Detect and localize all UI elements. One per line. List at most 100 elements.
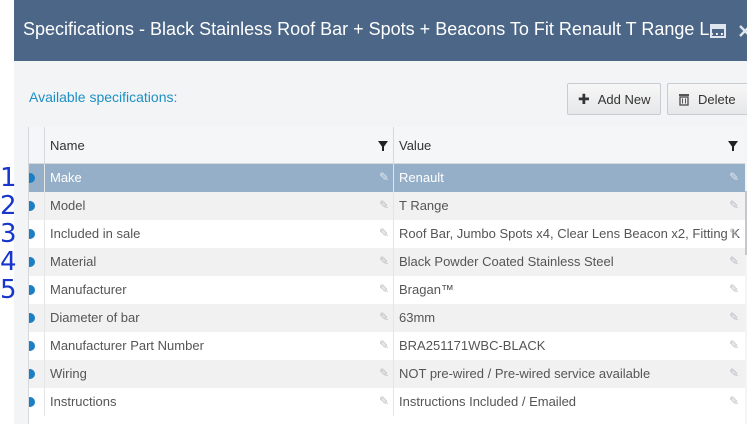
edit-icon[interactable]: ✎: [729, 199, 741, 211]
spec-name-cell[interactable]: Wiring ✎: [44, 360, 393, 388]
spec-value: Instructions Included / Emailed: [399, 394, 577, 409]
spec-value-cell[interactable]: Instructions Included / Emailed ✎: [393, 388, 745, 416]
edit-icon[interactable]: ✎: [729, 311, 741, 323]
maximize-icon[interactable]: [709, 22, 727, 40]
spec-name: Manufacturer Part Number: [50, 338, 204, 353]
spec-value: Black Powder Coated Stainless Steel: [399, 254, 614, 269]
spec-value-cell[interactable]: NOT pre-wired / Pre-wired service availa…: [393, 360, 745, 388]
edit-icon[interactable]: ✎: [379, 171, 391, 183]
delete-label: Delete: [698, 91, 736, 107]
column-header-value[interactable]: Value: [393, 127, 745, 163]
row-indicator: [29, 304, 43, 332]
table-row[interactable]: Manufacturer ✎ Bragan™ ✎: [29, 276, 745, 304]
handwritten-number: 4: [0, 247, 17, 277]
spec-name: Included in sale: [50, 226, 141, 241]
spec-value: BRA251171WBC-BLACK: [399, 338, 546, 353]
specifications-table: Name Value Make ✎ Renault ✎ Model ✎ T Range ✎ In…: [28, 127, 745, 424]
spec-value-cell[interactable]: Renault ✎: [393, 164, 745, 192]
spec-name: Model: [50, 198, 86, 213]
trash-icon: [679, 93, 689, 106]
table-row[interactable]: Included in sale ✎ Roof Bar, Jumbo Spots x…: [29, 220, 745, 248]
edit-icon[interactable]: ✎: [729, 367, 741, 379]
edit-icon[interactable]: ✎: [729, 395, 741, 407]
spec-value-cell[interactable]: Roof Bar, Jumbo Spots x4, Clear Lens Bea…: [393, 220, 745, 248]
spec-name: Make: [50, 170, 82, 185]
row-indicator: [29, 360, 43, 388]
edit-icon[interactable]: ✎: [379, 255, 391, 267]
spec-name: Material: [50, 254, 97, 269]
table-row[interactable]: Manufacturer Part Number ✎ BRA251171WBC-BL…: [29, 332, 745, 360]
spec-name: Wiring: [50, 366, 87, 381]
specifications-panel: Available specifications: ✚ Add New Dele…: [14, 61, 747, 424]
spec-name-cell[interactable]: Material ✎: [44, 248, 393, 276]
add-new-button[interactable]: ✚ Add New: [567, 83, 661, 115]
edit-icon[interactable]: ✎: [379, 339, 391, 351]
edit-icon[interactable]: ✎: [379, 395, 391, 407]
edit-icon[interactable]: ✎: [729, 339, 741, 351]
row-bullet-icon: [29, 285, 35, 295]
table-row[interactable]: Diameter of bar ✎ 63mm ✎: [29, 304, 745, 332]
spec-value: 63mm: [399, 310, 436, 325]
edit-icon[interactable]: ✎: [379, 367, 391, 379]
table-row[interactable]: Material ✎ Black Powder Coated Stainless S…: [29, 248, 745, 276]
table-row[interactable]: Model ✎ T Range ✎: [29, 192, 745, 220]
edit-icon[interactable]: ✎: [729, 227, 741, 239]
edit-icon[interactable]: ✎: [379, 283, 391, 295]
handwritten-number: 5: [0, 275, 17, 305]
edit-icon[interactable]: ✎: [379, 311, 391, 323]
spec-value-cell[interactable]: Black Powder Coated Stainless Steel ✎: [393, 248, 745, 276]
edit-icon[interactable]: ✎: [729, 283, 741, 295]
close-icon[interactable]: [736, 22, 747, 40]
column-header-name[interactable]: Name: [44, 127, 394, 163]
edit-icon[interactable]: ✎: [379, 227, 391, 239]
spec-value: Bragan™: [399, 282, 454, 297]
spec-name-cell[interactable]: Instructions ✎: [44, 388, 393, 416]
spec-name-cell[interactable]: Diameter of bar ✎: [44, 304, 393, 332]
add-new-label: Add New: [597, 91, 651, 107]
row-indicator: [29, 388, 43, 416]
row-indicator: [29, 164, 43, 192]
row-bullet-icon: [29, 341, 35, 351]
spec-value: Roof Bar, Jumbo Spots x4, Clear Lens Bea…: [399, 226, 741, 241]
spec-name-cell[interactable]: Manufacturer Part Number ✎: [44, 332, 393, 360]
row-bullet-icon: [29, 201, 35, 211]
spec-name-cell[interactable]: Make ✎: [44, 164, 393, 192]
spec-value-cell[interactable]: T Range ✎: [393, 192, 745, 220]
spec-name-cell[interactable]: Model ✎: [44, 192, 393, 220]
window-titlebar: Specifications - Black Stainless Roof Ba…: [14, 0, 747, 61]
spec-value: Renault: [399, 170, 444, 185]
spec-value-cell[interactable]: BRA251171WBC-BLACK ✎: [393, 332, 745, 360]
edit-icon[interactable]: ✎: [379, 199, 391, 211]
window-title: Specifications - Black Stainless Roof Ba…: [23, 19, 725, 39]
edit-icon[interactable]: ✎: [729, 171, 741, 183]
spec-name-cell[interactable]: Manufacturer ✎: [44, 276, 393, 304]
handwritten-number: 1: [0, 163, 17, 193]
row-bullet-icon: [29, 397, 35, 407]
row-bullet-icon: [29, 257, 35, 267]
spec-value-cell[interactable]: Bragan™ ✎: [393, 276, 745, 304]
row-indicator: [29, 276, 43, 304]
spec-name: Manufacturer: [50, 282, 127, 297]
row-indicator: [29, 192, 43, 220]
table-row[interactable]: Wiring ✎ NOT pre-wired / Pre-wired service…: [29, 360, 745, 388]
filter-icon[interactable]: [728, 141, 738, 151]
plus-icon: ✚: [578, 90, 590, 107]
row-bullet-icon: [29, 173, 35, 183]
delete-button[interactable]: Delete: [667, 83, 747, 115]
handwritten-number: 3: [0, 219, 17, 249]
row-bullet-icon: [29, 229, 35, 239]
filter-icon[interactable]: [378, 141, 388, 151]
table-row[interactable]: Instructions ✎ Instructions Included / Ema…: [29, 388, 745, 416]
spec-name: Instructions: [50, 394, 117, 409]
edit-icon[interactable]: ✎: [729, 255, 741, 267]
spec-value-cell[interactable]: 63mm ✎: [393, 304, 745, 332]
row-indicator: [29, 220, 43, 248]
available-specifications-label: Available specifications:: [29, 89, 178, 105]
spec-name-cell[interactable]: Included in sale ✎: [44, 220, 393, 248]
table-header: Name Value: [29, 127, 745, 164]
row-bullet-icon: [29, 369, 35, 379]
table-row[interactable]: Make ✎ Renault ✎: [29, 164, 745, 192]
spec-value: NOT pre-wired / Pre-wired service availa…: [399, 366, 651, 381]
handwritten-number: 2: [0, 191, 17, 221]
row-indicator: [29, 248, 43, 276]
